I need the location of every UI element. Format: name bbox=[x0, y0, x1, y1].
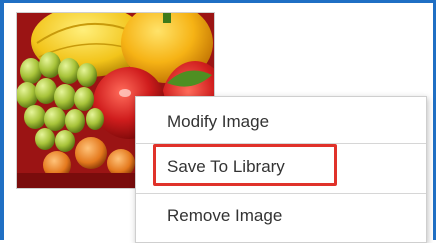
menu-divider bbox=[136, 143, 426, 144]
menu-item-remove-image[interactable]: Remove Image bbox=[136, 194, 426, 238]
menu-item-save-to-library[interactable]: Save To Library bbox=[136, 145, 426, 189]
menu-item-modify-image[interactable]: Modify Image bbox=[136, 100, 426, 144]
editor-frame: Modify Image Save To Library Remove Imag… bbox=[0, 0, 436, 243]
context-menu: Modify Image Save To Library Remove Imag… bbox=[135, 96, 427, 243]
